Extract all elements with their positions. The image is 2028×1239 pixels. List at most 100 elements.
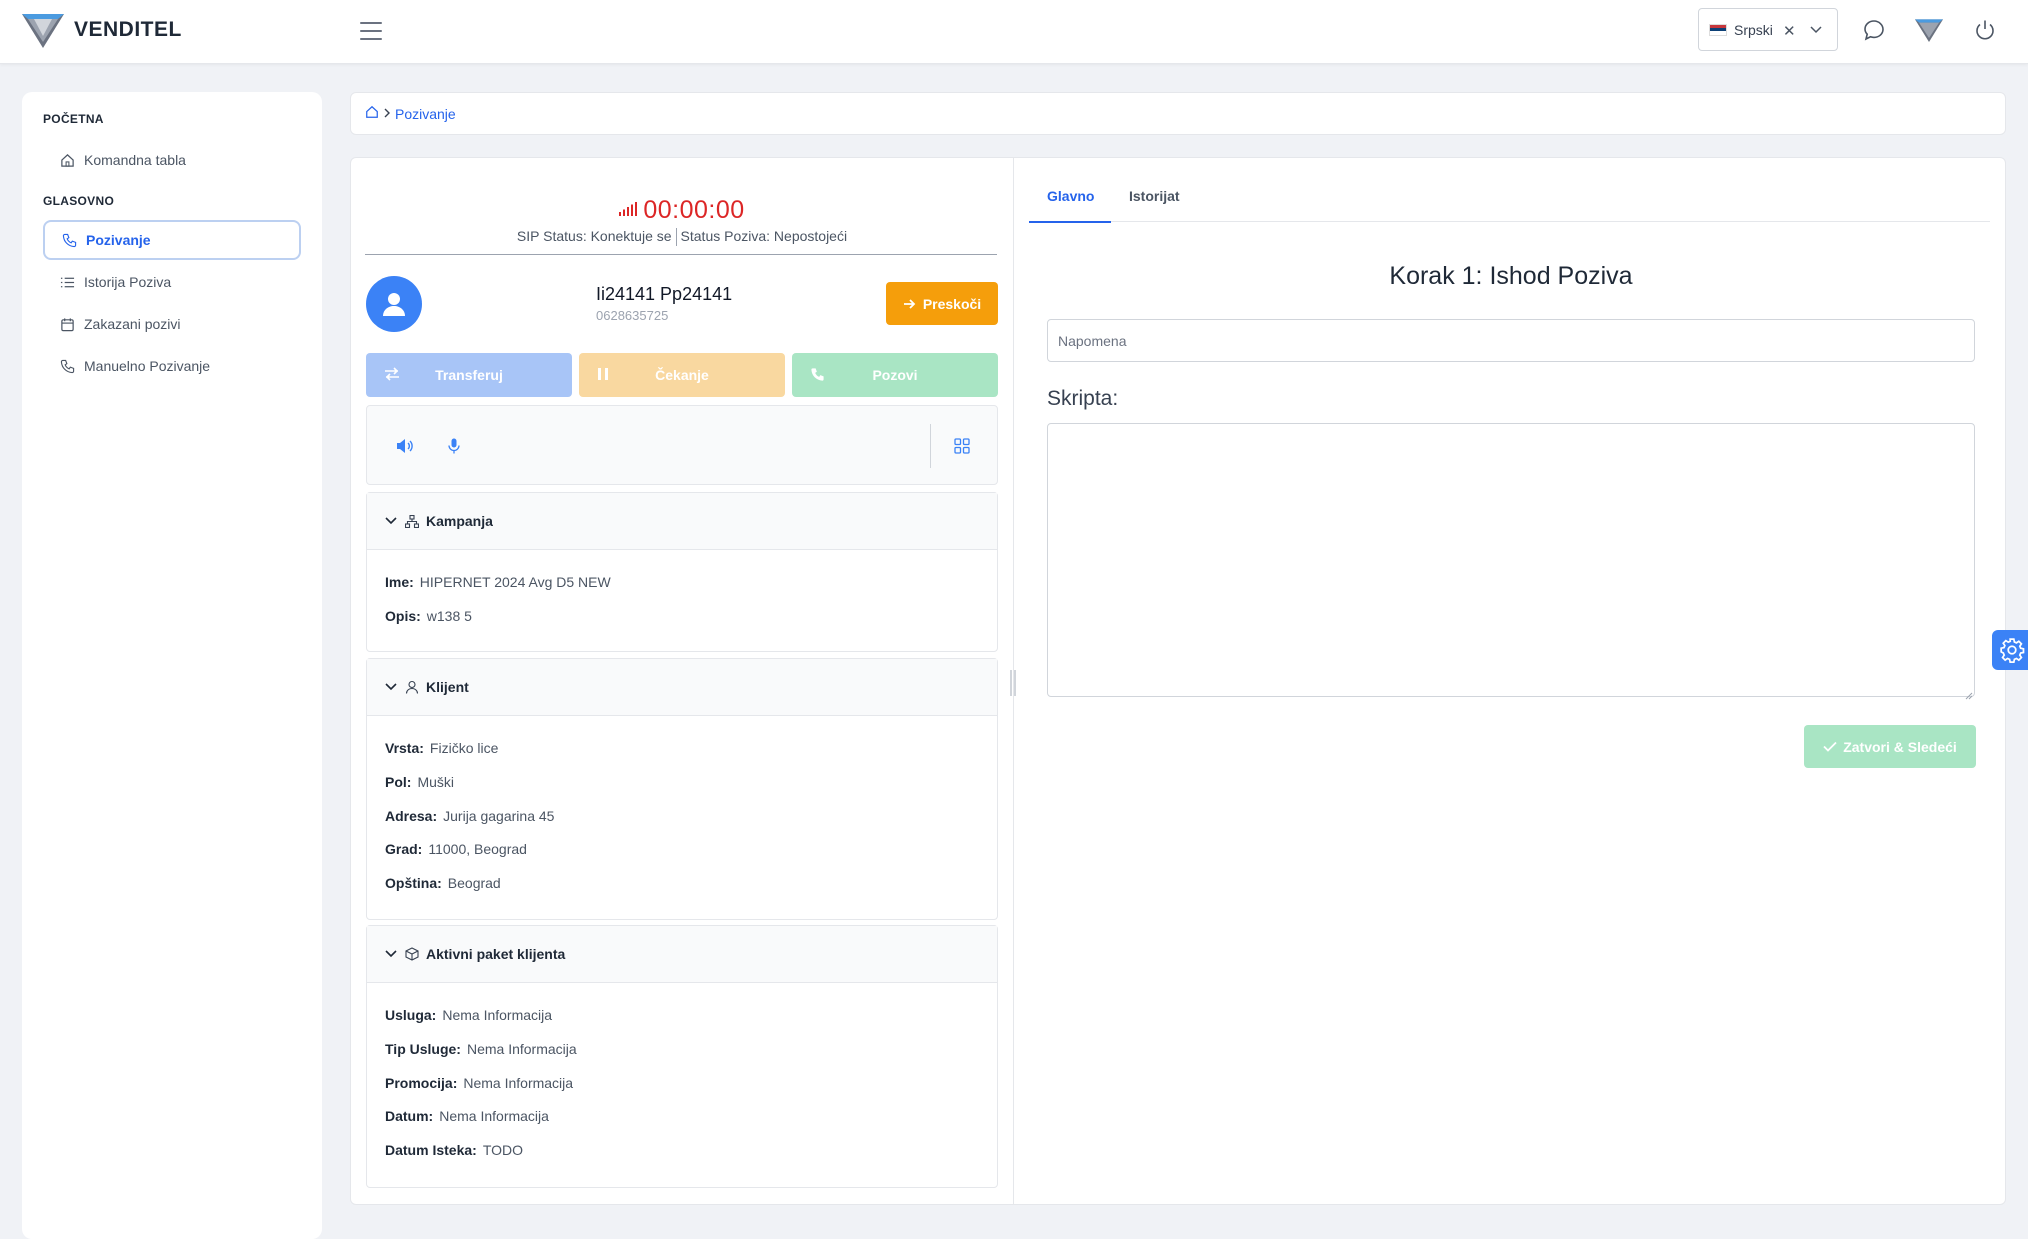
call-workspace: 00:00:00 SIP Status: Konektuje se Status…	[350, 157, 2006, 1205]
call-button-label: Pozovi	[872, 367, 918, 383]
user-profile-logo-icon[interactable]	[1915, 16, 1943, 44]
tab-glavno[interactable]: Glavno	[1047, 188, 1094, 204]
language-selected-value: Srpski	[1734, 21, 1773, 38]
pause-icon	[597, 367, 609, 384]
skip-button[interactable]: Preskoči	[886, 282, 998, 325]
top-bar: VENDITEL Srpski ✕	[0, 0, 2028, 64]
box-icon	[405, 947, 419, 961]
language-select[interactable]: Srpski ✕	[1698, 8, 1838, 51]
campaign-panel: Kampanja Ime: HIPERNET 2024 Avg D5 NEW Op…	[366, 492, 998, 652]
package-date-row: Datum: Nema Informacija	[385, 1108, 549, 1124]
sidebar-item-komandna-tabla[interactable]: Komandna tabla	[43, 140, 301, 180]
sitemap-icon	[405, 514, 419, 528]
audio-controls-panel	[366, 405, 998, 485]
active-package-panel-title: Aktivni paket klijenta	[426, 946, 566, 962]
panel-resize-handle[interactable]	[1010, 670, 1016, 696]
sidebar-item-istorija-poziva[interactable]: Istorija Poziva	[43, 262, 301, 302]
venditel-logo-icon	[22, 14, 64, 48]
client-panel-header[interactable]: Klijent	[367, 659, 997, 716]
script-label: Skripta:	[1047, 387, 1119, 410]
active-tab-indicator	[1029, 221, 1111, 223]
package-promotion-row: Promocija: Nema Informacija	[385, 1075, 574, 1091]
sidebar: POČETNA Komandna tabla GLASOVNO Pozivanj…	[22, 92, 322, 1239]
sidebar-item-label: Pozivanje	[86, 232, 151, 248]
call-timer-row: 00:00:00	[351, 196, 1013, 225]
user-icon	[405, 680, 419, 694]
contact-phone: 0628635725	[596, 308, 669, 323]
contact-avatar	[366, 276, 422, 332]
transfer-button[interactable]: Transferuj	[366, 353, 572, 397]
list-icon	[59, 274, 75, 290]
campaign-name-row: Ime: HIPERNET 2024 Avg D5 NEW	[385, 574, 611, 590]
hold-button[interactable]: Čekanje	[579, 353, 785, 397]
hold-button-label: Čekanje	[655, 367, 709, 383]
breadcrumb: Pozivanje	[350, 92, 2006, 135]
sidebar-section-title: GLASOVNO	[43, 194, 115, 208]
script-textarea[interactable]	[1047, 423, 1975, 697]
dialpad-grid-icon[interactable]	[952, 436, 972, 456]
transfer-icon	[384, 367, 400, 384]
sidebar-item-pozivanje[interactable]: Pozivanje	[43, 220, 301, 260]
power-icon[interactable]	[1971, 16, 1999, 44]
chevron-down-icon[interactable]	[1809, 22, 1823, 39]
client-address-row: Adresa: Jurija gagarina 45	[385, 808, 555, 824]
serbia-flag-icon	[1709, 23, 1727, 36]
home-icon[interactable]	[365, 105, 379, 122]
phone-icon	[810, 367, 825, 385]
chat-icon[interactable]	[1860, 16, 1888, 44]
campaign-panel-header[interactable]: Kampanja	[367, 493, 997, 550]
phone-icon	[61, 232, 77, 248]
client-panel: Klijent Vrsta: Fizičko lice Pol: Muški Adr…	[366, 658, 998, 920]
client-gender-row: Pol: Muški	[385, 774, 455, 790]
menu-toggle-button[interactable]	[358, 20, 384, 42]
campaign-panel-title: Kampanja	[426, 513, 493, 529]
settings-gear-button[interactable]	[1992, 630, 2028, 670]
sip-status: SIP Status: Konektuje se	[516, 228, 672, 244]
tab-istorijat[interactable]: Istorijat	[1129, 188, 1180, 204]
chevron-down-icon	[385, 683, 397, 691]
active-package-panel-header[interactable]: Aktivni paket klijenta	[367, 926, 997, 983]
client-municipality-row: Opština: Beograd	[385, 875, 501, 891]
sidebar-section-title: POČETNA	[43, 112, 104, 126]
client-type-row: Vrsta: Fizičko lice	[385, 740, 499, 756]
home-icon	[59, 152, 75, 168]
sidebar-item-label: Istorija Poziva	[84, 274, 172, 290]
breadcrumb-current[interactable]: Pozivanje	[395, 106, 456, 122]
call-status-row: SIP Status: Konektuje se Status Poziva: …	[351, 228, 1013, 246]
package-expiry-row: Datum Isteka: TODO	[385, 1142, 524, 1158]
call-status: Status Poziva: Nepostojeći	[680, 228, 848, 244]
gear-icon	[2000, 638, 2025, 663]
contact-name: Ii24141 Pp24141	[596, 284, 733, 304]
logo[interactable]: VENDITEL	[22, 12, 182, 48]
call-button[interactable]: Pozovi	[792, 353, 998, 397]
chevron-down-icon	[385, 517, 397, 525]
active-package-panel: Aktivni paket klijenta Usluga: Nema Infor…	[366, 925, 998, 1188]
breadcrumb-chevron-icon	[383, 106, 391, 121]
brand-name: VENDITEL	[74, 18, 182, 41]
sidebar-item-label: Komandna tabla	[84, 152, 186, 168]
campaign-description-row: Opis: w138 5	[385, 608, 472, 624]
sidebar-item-manuelno-pozivanje[interactable]: Manuelno Pozivanje	[43, 346, 301, 386]
right-panel-tabs: Glavno Istorijat	[1029, 158, 1990, 222]
client-city-row: Grad: 11000, Beograd	[385, 841, 527, 857]
check-icon	[1823, 741, 1837, 752]
note-input[interactable]	[1047, 319, 1975, 362]
calendar-icon	[59, 316, 75, 332]
sidebar-item-label: Zakazani pozivi	[84, 316, 181, 332]
sidebar-item-label: Manuelno Pozivanje	[84, 358, 211, 374]
textarea-resize-grip-icon[interactable]	[1965, 687, 1973, 700]
arrow-right-icon	[903, 298, 916, 309]
clear-language-icon[interactable]: ✕	[1783, 22, 1796, 40]
user-icon	[383, 293, 405, 316]
package-service-row: Usluga: Nema Informacija	[385, 1007, 553, 1023]
sidebar-item-zakazani-pozivi[interactable]: Zakazani pozivi	[43, 304, 301, 344]
transfer-button-label: Transferuj	[435, 367, 503, 383]
chevron-down-icon	[385, 950, 397, 958]
speaker-icon[interactable]	[395, 436, 415, 456]
microphone-icon[interactable]	[444, 436, 464, 456]
client-panel-title: Klijent	[426, 679, 469, 695]
close-and-next-button[interactable]: Zatvori & Sledeći	[1804, 725, 1976, 768]
phone-icon	[59, 358, 75, 374]
signal-icon	[619, 202, 638, 219]
close-and-next-label: Zatvori & Sledeći	[1843, 738, 1957, 755]
